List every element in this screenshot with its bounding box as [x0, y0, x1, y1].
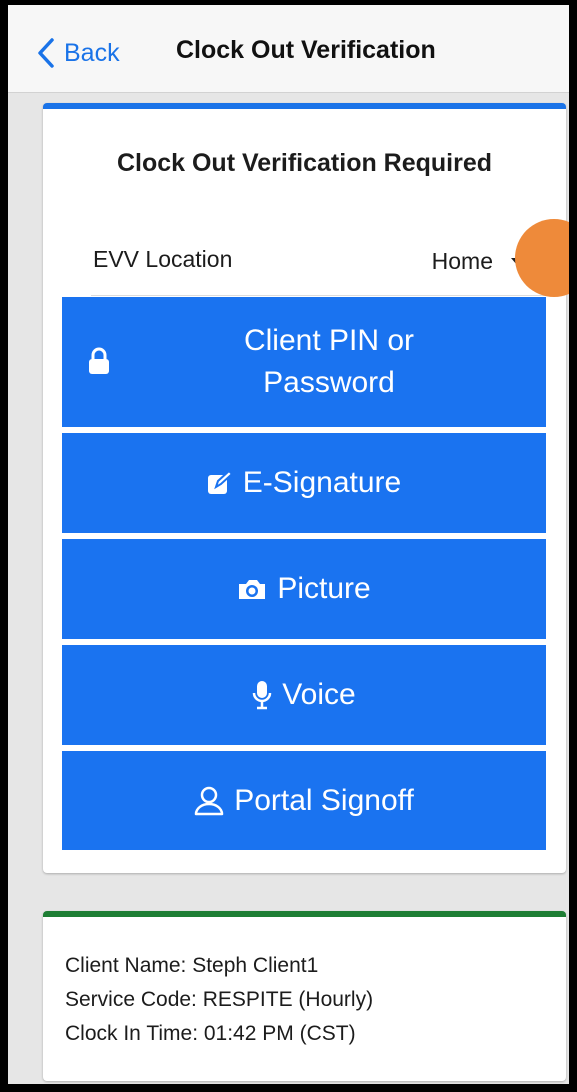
lock-icon — [88, 347, 110, 380]
navigation-bar: Back Clock Out Verification — [8, 5, 569, 93]
service-code-text: Service Code: RESPITE (Hourly) — [65, 988, 374, 1011]
client-name-text: Client Name: Steph Client1 — [65, 954, 319, 977]
evv-location-select[interactable]: Home — [432, 246, 523, 276]
clock-in-time-text: Clock In Time: 01:42 PM (CST) — [65, 1022, 356, 1045]
e-signature-label: E-Signature — [242, 466, 402, 499]
evv-location-value: Home — [431, 247, 493, 274]
client-pin-button[interactable]: Client PIN or Password — [62, 297, 546, 427]
app-screen: Back Clock Out Verification Clock Out Ve… — [0, 0, 577, 1092]
evv-location-row: EVV Location Home — [91, 226, 545, 296]
page-title: Clock Out Verification — [176, 36, 436, 64]
back-label: Back — [64, 38, 120, 67]
back-button[interactable]: Back — [38, 35, 120, 71]
picture-button[interactable]: Picture — [62, 539, 546, 639]
card-title: Clock Out Verification Required — [116, 149, 493, 177]
camera-icon — [237, 577, 267, 601]
user-icon — [194, 786, 224, 816]
portal-signoff-button[interactable]: Portal Signoff — [62, 751, 546, 850]
voice-button[interactable]: Voice — [62, 645, 546, 745]
picture-label: Picture — [277, 572, 371, 605]
e-signature-button[interactable]: E-Signature — [62, 433, 546, 533]
chevron-left-icon — [38, 38, 54, 68]
client-pin-label: Client PIN or Password — [243, 324, 415, 399]
edit-icon — [207, 471, 233, 495]
verification-options: Client PIN or Password E-Signature Pictu… — [62, 297, 546, 850]
portal-signoff-label: Portal Signoff — [234, 783, 414, 817]
microphone-icon — [252, 680, 272, 710]
evv-location-label: EVV Location — [93, 246, 233, 272]
client-info-card: Client Name: Steph Client1 Service Code:… — [43, 911, 566, 1081]
voice-label: Voice — [282, 678, 356, 711]
client-info: Client Name: Steph Client1 Service Code:… — [65, 949, 373, 1051]
verification-card: Clock Out Verification Required EVV Loca… — [43, 103, 566, 873]
